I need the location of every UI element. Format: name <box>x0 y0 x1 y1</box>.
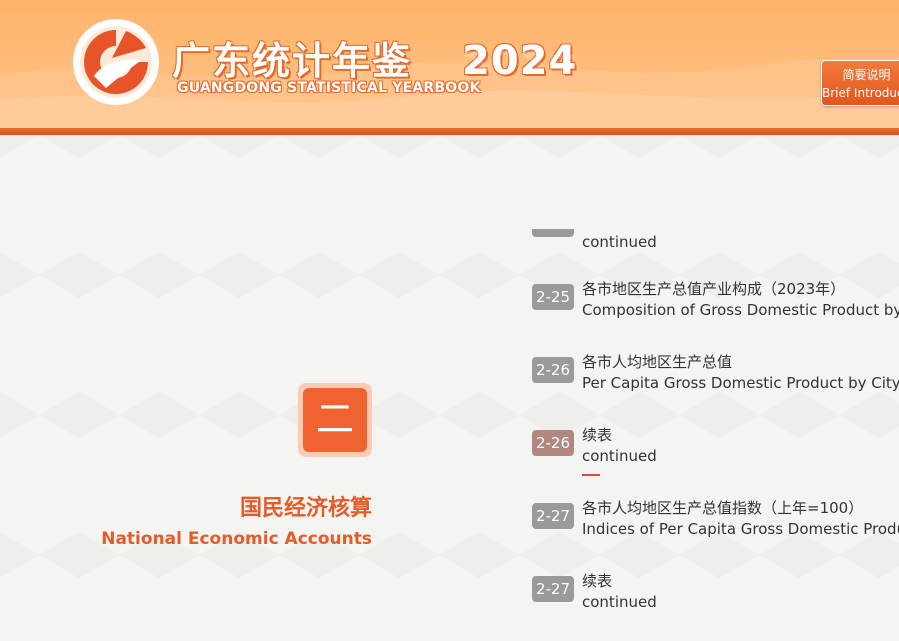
toc-number-badge: 2-27 <box>532 503 574 529</box>
toc-title-en: Composition of Gross Domestic Product by… <box>582 301 899 319</box>
toc-title-cn: 各市人均地区生产总值 <box>582 353 733 371</box>
chapter-title-cn: 国民经济核算 <box>239 496 372 521</box>
toc-title-en: continued <box>582 447 657 465</box>
table-of-contents: 2-25 各市地区生产总值产业构成（2023年） Composition of … <box>532 0 899 641</box>
hover-underline <box>582 474 600 476</box>
toc-number-badge: 2-27 <box>532 576 574 602</box>
toc-title-cn: 各市地区生产总值产业构成（2023年） <box>582 280 846 298</box>
chapter-badge: 二 <box>298 383 372 457</box>
toc-title-cn: 续表 <box>582 426 613 444</box>
toc-number-badge: 2-26 <box>532 430 574 456</box>
toc-number-badge: 2-25 <box>532 284 574 310</box>
toc-title-cn: 续表 <box>582 572 613 590</box>
chapter-number: 二 <box>303 388 367 452</box>
title-english: GUANGDONG STATISTICAL YEARBOOK <box>177 80 481 96</box>
toc-title-en: Indices of Per Capita Gross Domestic Pro… <box>582 520 899 538</box>
yearbook-logo[interactable] <box>72 18 160 106</box>
title-chinese: 广东统计年鉴 <box>172 39 413 83</box>
toc-title-en: Per Capita Gross Domestic Product by Cit… <box>582 374 899 392</box>
chapter-title-en: National Economic Accounts <box>101 529 372 549</box>
toc-title-cn: 各市人均地区生产总值指数（上年=100） <box>582 499 864 517</box>
toc-title-en: continued <box>582 593 657 611</box>
toc-number-badge: 2-26 <box>532 357 574 383</box>
